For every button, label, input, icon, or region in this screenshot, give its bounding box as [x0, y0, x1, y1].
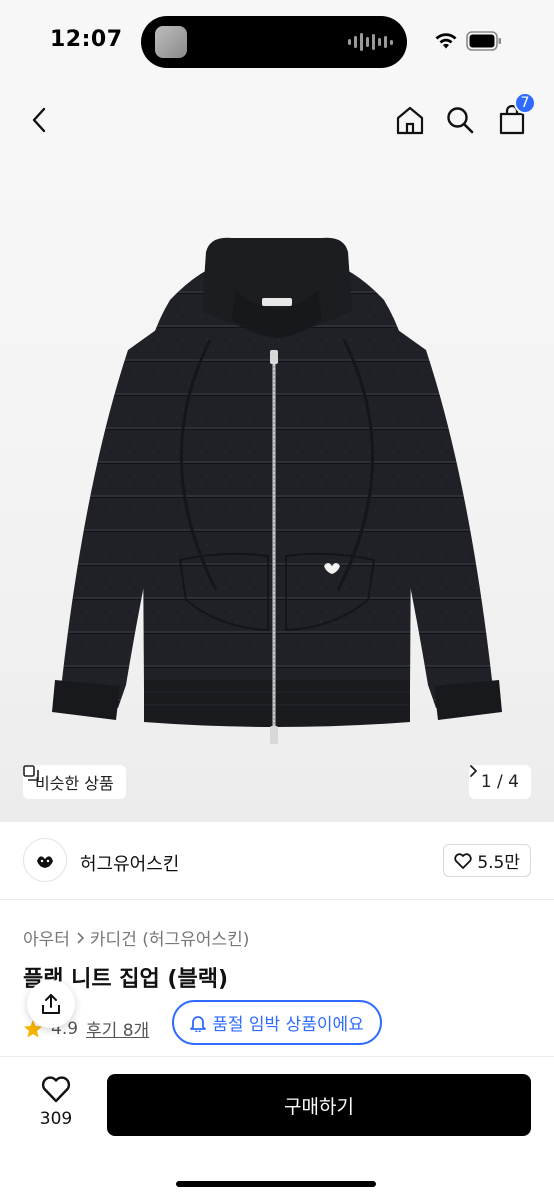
bottom-action-bar: 309 구매하기 [0, 1056, 554, 1200]
dynamic-island[interactable] [141, 16, 407, 68]
wishlist-button[interactable]: 309 [30, 1075, 82, 1145]
buy-button[interactable]: 구매하기 [107, 1074, 531, 1136]
brand-like-count: 5.5만 [477, 853, 520, 873]
similar-products-label: 비슷한 상품 [35, 774, 114, 793]
bell-icon [190, 1015, 207, 1032]
wishlist-count: 309 [39, 1109, 73, 1129]
gallery-page-indicator[interactable]: 1 / 4 [468, 765, 531, 799]
now-playing-thumbnail [155, 26, 187, 58]
cart-button[interactable]: 7 [490, 92, 536, 142]
breadcrumb: 아우터 카디건 (허그유어스킨) [23, 925, 249, 950]
search-icon [447, 107, 474, 134]
brand-name[interactable]: 허그유어스킨 [80, 850, 179, 876]
copy-icon [23, 765, 39, 781]
chevron-right-icon [469, 765, 477, 777]
heart-icon [454, 852, 472, 869]
home-indicator[interactable] [176, 1181, 376, 1187]
reviews-link[interactable]: 후기 8개 [86, 1016, 149, 1041]
search-button[interactable] [438, 98, 482, 142]
top-nav: 7 [0, 84, 554, 160]
brand-row[interactable]: 허그유어스킨 5.5만 [0, 822, 554, 900]
product-photo-jacket [52, 237, 502, 744]
low-stock-text: 품절 임박 상품이에요 [212, 1015, 364, 1035]
back-button[interactable] [18, 98, 62, 142]
breadcrumb-subcategory[interactable]: 카디건 (허그유어스킨) [90, 925, 249, 950]
brand-like-button[interactable]: 5.5만 [443, 844, 531, 877]
battery-icon [466, 31, 501, 51]
share-icon [42, 994, 60, 1014]
heart-icon [41, 1076, 71, 1103]
status-time: 12:07 [50, 27, 123, 52]
status-bar: 12:07 [0, 0, 554, 84]
brand-logo-mark [37, 856, 53, 868]
chevron-left-icon [32, 107, 46, 133]
cart-count-badge: 7 [514, 92, 536, 114]
breadcrumb-category[interactable]: 아우터 [23, 925, 70, 950]
similar-products-button[interactable]: 비슷한 상품 [23, 765, 126, 799]
product-image-gallery[interactable]: 비슷한 상품 1 / 4 [0, 160, 554, 822]
page-indicator-text: 1 / 4 [480, 772, 519, 792]
home-button[interactable] [388, 98, 432, 142]
home-icon [396, 106, 424, 135]
wifi-icon [435, 33, 457, 49]
low-stock-notice[interactable]: 품절 임박 상품이에요 [172, 1000, 382, 1045]
share-button[interactable] [27, 980, 75, 1028]
chevron-right-icon [77, 931, 84, 944]
brand-logo[interactable] [23, 838, 67, 882]
audio-wave-icon [348, 32, 393, 52]
